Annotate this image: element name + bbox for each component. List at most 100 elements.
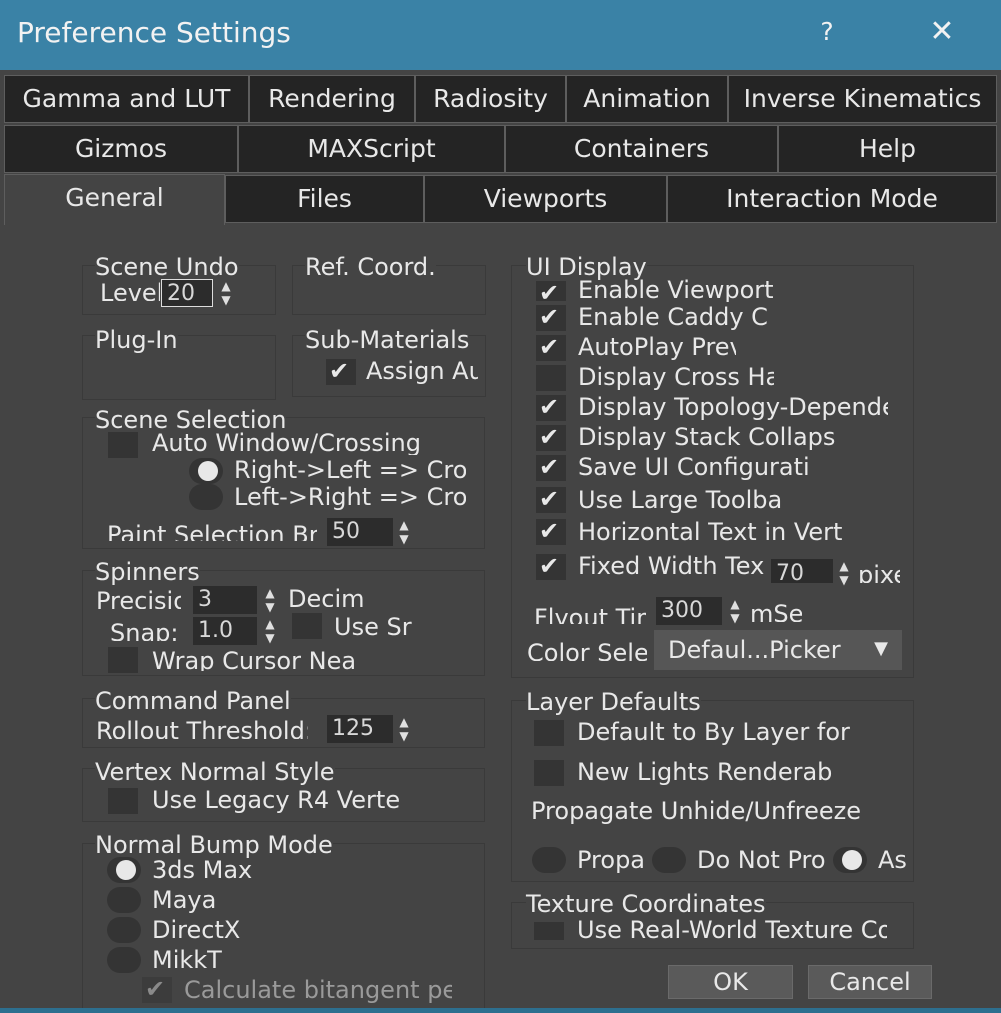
rollout-threshold-spinner[interactable]: 125 ▲ ▼ xyxy=(327,715,419,743)
vertex-normal-title: Vertex Normal Style xyxy=(95,758,335,786)
bitangent-label: Calculate bitangent per xyxy=(184,976,452,1004)
display-topology-checkbox[interactable]: ✔ xyxy=(536,393,566,421)
spinner-arrows-icon[interactable]: ▲ ▼ xyxy=(259,617,281,647)
tab-gizmos[interactable]: Gizmos xyxy=(4,125,238,173)
checkmark-icon: ✔ xyxy=(329,357,350,385)
tab-interaction-mode[interactable]: Interaction Mode xyxy=(667,175,997,223)
large-toolbar-checkbox[interactable]: ✔ xyxy=(536,485,566,513)
tab-help[interactable]: Help xyxy=(778,125,997,173)
bump-directx-radio[interactable] xyxy=(107,917,141,943)
ask-radio[interactable] xyxy=(833,847,867,873)
display-stack-collapse-checkbox[interactable]: ✔ xyxy=(536,423,566,451)
fixed-width-text-label: Fixed Width Tex xyxy=(578,552,765,580)
window-title: Preference Settings xyxy=(17,16,291,49)
display-crosshair-checkbox[interactable] xyxy=(536,365,566,391)
color-selector-dropdown[interactable]: Defaul...Picker ▼ xyxy=(654,630,902,670)
checkmark-icon: ✔ xyxy=(539,552,560,580)
bump-maya-radio[interactable] xyxy=(107,887,141,913)
bump-3dsmax-radio[interactable] xyxy=(107,857,141,883)
enable-caddy-label: Enable Caddy C xyxy=(578,303,768,331)
spinner-arrows-icon[interactable]: ▲ ▼ xyxy=(393,715,415,745)
use-snap-label: Use Sr xyxy=(334,613,412,641)
texture-coords-title: Texture Coordinates xyxy=(526,890,766,918)
spinner-arrows-icon[interactable]: ▲ ▼ xyxy=(215,279,237,309)
tab-rendering[interactable]: Rendering xyxy=(249,75,415,123)
tab-maxscript[interactable]: MAXScript xyxy=(238,125,505,173)
ask-label: As xyxy=(878,846,907,874)
tab-viewports[interactable]: Viewports xyxy=(424,175,667,223)
window-bottom-border xyxy=(0,1008,1001,1013)
do-not-propagate-label: Do Not Pro xyxy=(697,846,826,874)
wrap-cursor-label: Wrap Cursor Nea xyxy=(152,647,357,671)
save-ui-config-checkbox[interactable]: ✔ xyxy=(536,453,566,481)
command-panel-title: Command Panel xyxy=(95,687,291,715)
tab-radiosity[interactable]: Radiosity xyxy=(415,75,566,123)
propagate-label: Propagate Unhide/Unfreeze xyxy=(531,797,861,825)
new-lights-label: New Lights Renderab xyxy=(577,758,833,786)
rollout-threshold-label: Rollout Threshold: xyxy=(96,717,308,739)
auto-window-checkbox[interactable] xyxy=(108,432,138,458)
cancel-button[interactable]: Cancel xyxy=(808,965,932,999)
enable-viewport-checkbox[interactable]: ✔ xyxy=(536,279,566,307)
use-legacy-checkbox[interactable] xyxy=(108,788,138,814)
tab-inverse-kinematics[interactable]: Inverse Kinematics xyxy=(728,75,997,123)
fixed-width-value[interactable]: 70 xyxy=(771,559,833,583)
checkmark-icon: ✔ xyxy=(539,423,560,451)
wrap-cursor-checkbox[interactable] xyxy=(108,647,138,673)
bitangent-checkbox[interactable]: ✔ xyxy=(142,975,172,1003)
new-lights-checkbox[interactable] xyxy=(534,760,564,786)
snap-value[interactable]: 1.0 xyxy=(193,617,257,645)
do-not-propagate-radio[interactable] xyxy=(652,847,686,873)
snap-label: Snap: xyxy=(110,619,179,641)
help-button[interactable]: ? xyxy=(812,12,842,52)
rollout-threshold-value[interactable]: 125 xyxy=(327,715,393,743)
fixed-width-text-checkbox[interactable]: ✔ xyxy=(536,552,566,580)
left-right-radio[interactable] xyxy=(189,484,223,510)
tab-gamma-lut[interactable]: Gamma and LUT xyxy=(4,75,249,123)
tab-files[interactable]: Files xyxy=(225,175,424,223)
spinner-arrows-icon[interactable]: ▲ ▼ xyxy=(393,518,415,548)
flyout-time-spinner[interactable]: 300 ▲ ▼ xyxy=(656,597,748,625)
undo-levels-spinner[interactable]: 20 ▲ ▼ xyxy=(161,279,239,307)
autoplay-preview-checkbox[interactable]: ✔ xyxy=(536,333,566,361)
tab-animation[interactable]: Animation xyxy=(566,75,728,123)
right-left-radio[interactable] xyxy=(189,458,223,484)
snap-spinner[interactable]: 1.0 ▲ ▼ xyxy=(193,617,285,645)
tab-containers[interactable]: Containers xyxy=(505,125,778,173)
sub-materials-title: Sub-Materials xyxy=(305,326,470,354)
real-world-checkbox[interactable] xyxy=(534,922,564,940)
spinner-arrows-icon[interactable]: ▲ ▼ xyxy=(833,559,855,589)
tab-strip: Gamma and LUT Rendering Radiosity Animat… xyxy=(0,70,1001,226)
precision-spinner[interactable]: 3 ▲ ▼ xyxy=(193,586,285,614)
assign-auto-checkbox[interactable]: ✔ xyxy=(326,357,356,385)
close-icon[interactable]: ✕ xyxy=(922,12,962,52)
ok-button[interactable]: OK xyxy=(668,965,793,999)
assign-auto-label: Assign Au xyxy=(366,357,478,385)
tab-general[interactable]: General xyxy=(4,174,225,226)
fixed-width-spinner[interactable]: 70 ▲ ▼ xyxy=(771,559,859,587)
color-selector-label: Color Sele xyxy=(527,639,647,661)
undo-levels-value[interactable]: 20 xyxy=(161,279,213,307)
use-snap-checkbox[interactable] xyxy=(292,613,322,639)
normal-bump-title: Normal Bump Mode xyxy=(95,831,333,859)
paint-brush-spinner[interactable]: 50 ▲ ▼ xyxy=(327,518,419,546)
spinner-arrows-icon[interactable]: ▲ ▼ xyxy=(724,597,746,627)
general-panel: Scene Undo Levels: 20 ▲▼ Ref. Coord. Plu… xyxy=(0,225,1001,1013)
precision-value[interactable]: 3 xyxy=(193,586,257,614)
horizontal-text-checkbox[interactable]: ✔ xyxy=(536,517,566,545)
propagate-radio[interactable] xyxy=(532,847,566,873)
bump-mikkt-label: MikkT xyxy=(152,946,222,974)
spinner-arrows-icon[interactable]: ▲ ▼ xyxy=(259,586,281,616)
checkmark-icon: ✔ xyxy=(539,453,560,481)
bump-directx-label: DirectX xyxy=(152,916,241,944)
flyout-time-label: Flyout Time: xyxy=(534,604,646,624)
flyout-time-value[interactable]: 300 xyxy=(656,597,722,625)
msec-label: mSe xyxy=(750,600,802,622)
bump-mikkt-radio[interactable] xyxy=(107,947,141,973)
color-selector-value: Defaul...Picker xyxy=(668,636,841,664)
scene-undo-title: Scene Undo xyxy=(95,253,239,281)
checkmark-icon: ✔ xyxy=(539,393,560,421)
enable-caddy-checkbox[interactable]: ✔ xyxy=(536,303,566,331)
paint-brush-value[interactable]: 50 xyxy=(327,518,393,546)
default-bylayer-checkbox[interactable] xyxy=(534,720,564,746)
